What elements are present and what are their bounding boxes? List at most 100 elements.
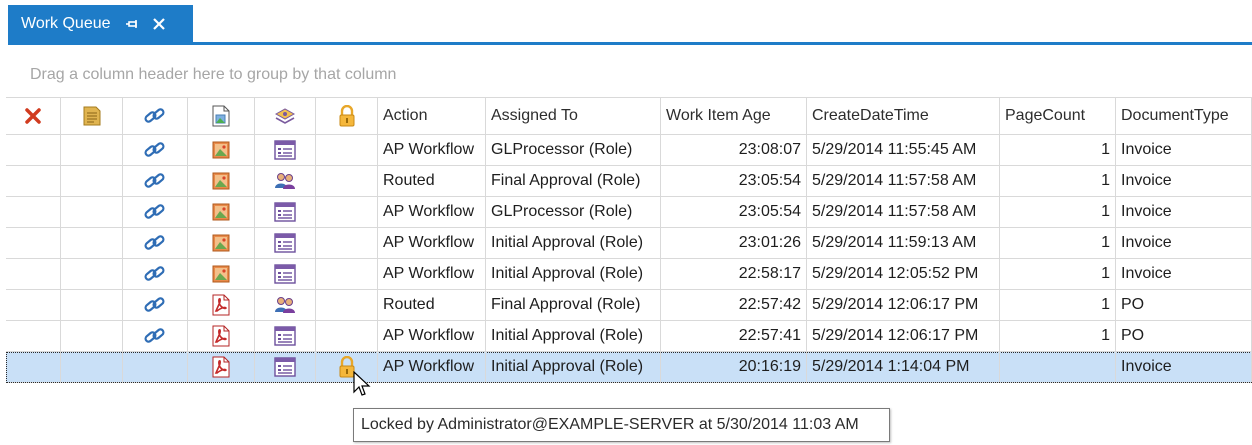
assigned-to-cell: GLProcessor (Role): [486, 135, 661, 165]
work-item-age-cell: 23:01:26: [661, 228, 807, 258]
column-header-notes[interactable]: [61, 98, 123, 134]
pdf-icon[interactable]: [211, 356, 231, 378]
image-document-icon[interactable]: [212, 234, 230, 252]
link-icon[interactable]: [143, 139, 167, 161]
action-cell: AP Workflow: [378, 352, 486, 382]
document-cell[interactable]: [188, 135, 255, 165]
image-document-icon[interactable]: [212, 141, 230, 159]
column-header-action[interactable]: Action: [378, 98, 486, 134]
column-header-type[interactable]: [255, 98, 316, 134]
column-header-link[interactable]: [123, 98, 188, 134]
form-icon: [274, 357, 296, 377]
document-cell[interactable]: [188, 352, 255, 382]
form-icon: [274, 233, 296, 253]
assigned-to-cell: Final Approval (Role): [486, 166, 661, 196]
delete-cell[interactable]: [6, 135, 61, 165]
link-cell[interactable]: [123, 135, 188, 165]
link-cell[interactable]: [123, 228, 188, 258]
delete-cell[interactable]: [6, 321, 61, 351]
table-row[interactable]: AP Workflow Initial Approval (Role) 22:57:…: [6, 321, 1252, 352]
type-cell: [255, 321, 316, 351]
delete-cell[interactable]: [6, 197, 61, 227]
close-icon[interactable]: [151, 16, 167, 32]
document-cell[interactable]: [188, 321, 255, 351]
page-count-cell: 1: [1000, 259, 1116, 289]
link-cell[interactable]: [123, 352, 188, 382]
create-date-time-cell: 5/29/2014 11:55:45 AM: [807, 135, 1000, 165]
document-cell[interactable]: [188, 228, 255, 258]
users-icon: [274, 171, 296, 191]
column-header-work-item-age[interactable]: Work Item Age: [661, 98, 807, 134]
link-cell[interactable]: [123, 290, 188, 320]
link-icon[interactable]: [143, 325, 167, 347]
notes-cell[interactable]: [61, 166, 123, 196]
notes-cell[interactable]: [61, 259, 123, 289]
table-row[interactable]: AP Workflow GLProcessor (Role) 23:08:07 5/2…: [6, 135, 1252, 166]
create-date-time-cell: 5/29/2014 11:57:58 AM: [807, 197, 1000, 227]
delete-cell[interactable]: [6, 259, 61, 289]
link-cell[interactable]: [123, 166, 188, 196]
link-cell[interactable]: [123, 259, 188, 289]
lock-tooltip: Locked by Administrator@EXAMPLE-SERVER a…: [353, 408, 890, 442]
delete-cell[interactable]: [6, 352, 61, 382]
document-cell[interactable]: [188, 197, 255, 227]
link-icon[interactable]: [143, 201, 167, 223]
column-header-preview[interactable]: [188, 98, 255, 134]
link-icon[interactable]: [143, 232, 167, 254]
notes-cell[interactable]: [61, 290, 123, 320]
column-header-document-type[interactable]: DocumentType: [1116, 98, 1252, 134]
lock-icon: [338, 105, 356, 127]
notes-cell[interactable]: [61, 135, 123, 165]
column-header-delete[interactable]: [6, 98, 61, 134]
tab-work-queue[interactable]: Work Queue: [8, 5, 193, 42]
document-cell[interactable]: [188, 259, 255, 289]
document-type-cell: Invoice: [1116, 166, 1252, 196]
lock-cell: [316, 290, 378, 320]
delete-cell[interactable]: [6, 228, 61, 258]
image-document-icon[interactable]: [212, 265, 230, 283]
page-count-cell: 1: [1000, 228, 1116, 258]
link-icon[interactable]: [143, 170, 167, 192]
lock-cell: [316, 166, 378, 196]
notes-cell[interactable]: [61, 352, 123, 382]
table-row[interactable]: AP Workflow Initial Approval (Role) 20:16:…: [6, 352, 1252, 383]
image-document-icon[interactable]: [212, 203, 230, 221]
notes-cell[interactable]: [61, 197, 123, 227]
pdf-icon[interactable]: [211, 325, 231, 347]
document-cell[interactable]: [188, 290, 255, 320]
work-item-age-cell: 22:57:41: [661, 321, 807, 351]
column-header-page-count[interactable]: PageCount: [1000, 98, 1116, 134]
work-item-age-cell: 23:05:54: [661, 197, 807, 227]
column-header-assigned-to[interactable]: Assigned To: [486, 98, 661, 134]
image-document-icon[interactable]: [212, 172, 230, 190]
table-row[interactable]: AP Workflow Initial Approval (Role) 22:58:…: [6, 259, 1252, 290]
form-icon: [274, 326, 296, 346]
action-cell: AP Workflow: [378, 135, 486, 165]
link-icon[interactable]: [143, 294, 167, 316]
link-cell[interactable]: [123, 321, 188, 351]
column-header-create-date-time[interactable]: CreateDateTime: [807, 98, 1000, 134]
create-date-time-cell: 5/29/2014 11:59:13 AM: [807, 228, 1000, 258]
link-cell[interactable]: [123, 197, 188, 227]
link-icon[interactable]: [143, 263, 167, 285]
table-row[interactable]: AP Workflow Initial Approval (Role) 23:01:…: [6, 228, 1252, 259]
grid-header: Action Assigned To Work Item Age CreateD…: [6, 97, 1252, 135]
pdf-icon[interactable]: [211, 294, 231, 316]
document-cell[interactable]: [188, 166, 255, 196]
notes-cell[interactable]: [61, 228, 123, 258]
table-row[interactable]: Routed Final Approval (Role) 22:57:42 5/29/…: [6, 290, 1252, 321]
notes-cell[interactable]: [61, 321, 123, 351]
lock-cell: [316, 259, 378, 289]
pin-icon[interactable]: [125, 16, 142, 32]
delete-cell[interactable]: [6, 290, 61, 320]
tab-underline: [8, 42, 1252, 45]
table-row[interactable]: AP Workflow GLProcessor (Role) 23:05:54 5/2…: [6, 197, 1252, 228]
delete-cell[interactable]: [6, 166, 61, 196]
page-count-cell: 1: [1000, 197, 1116, 227]
column-header-lock[interactable]: [316, 98, 378, 134]
group-by-panel[interactable]: Drag a column header here to group by th…: [30, 66, 396, 84]
table-row[interactable]: Routed Final Approval (Role) 23:05:54 5/29/…: [6, 166, 1252, 197]
document-type-cell: Invoice: [1116, 352, 1252, 382]
document-type-cell: PO: [1116, 290, 1252, 320]
type-cell: [255, 197, 316, 227]
